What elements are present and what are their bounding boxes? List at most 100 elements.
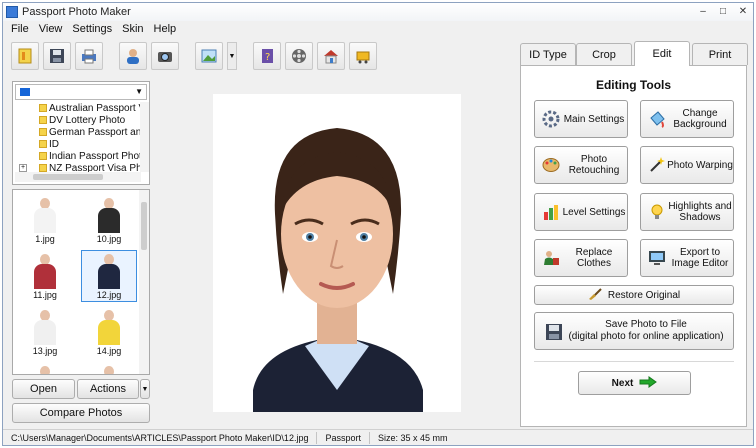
cart-icon xyxy=(356,51,370,64)
window-controls: – □ ✕ xyxy=(697,5,749,17)
actions-button[interactable]: Actions xyxy=(77,379,139,399)
save-photo-button[interactable]: Save Photo to File (digital photo for on… xyxy=(534,312,734,350)
menu-help[interactable]: Help xyxy=(154,23,177,39)
tool-label: Change Background xyxy=(673,108,727,130)
menu-view[interactable]: View xyxy=(39,23,63,39)
cart-button[interactable] xyxy=(349,42,377,70)
save-button[interactable] xyxy=(43,42,71,70)
open-button[interactable]: Open xyxy=(12,379,75,399)
thumbnail-item[interactable] xyxy=(17,362,73,374)
thumbnail-item[interactable] xyxy=(81,362,137,374)
tree-item[interactable]: Indian Passport Phot xyxy=(15,150,141,162)
tab-id-type[interactable]: ID Type xyxy=(520,43,576,65)
menu-settings[interactable]: Settings xyxy=(72,23,112,39)
thumbnail-item[interactable]: 1.jpg xyxy=(17,194,73,246)
tree-item[interactable]: + NZ Passport Visa Pho xyxy=(15,162,141,172)
menu-file[interactable]: File xyxy=(11,23,29,39)
thumbnail-image xyxy=(84,307,134,345)
scroll-thumb[interactable] xyxy=(141,202,147,250)
panel-title: Editing Tools xyxy=(595,78,672,92)
tab-crop[interactable]: Crop xyxy=(576,43,632,65)
tab-print[interactable]: Print xyxy=(692,43,748,65)
tree-item-label: NZ Passport Visa Pho xyxy=(49,162,141,173)
thumbnail-item[interactable]: 11.jpg xyxy=(17,250,73,302)
close-icon[interactable]: ✕ xyxy=(737,5,749,17)
status-size: Size: 35 x 45 mm xyxy=(378,432,448,443)
next-label: Next xyxy=(611,377,634,389)
minimize-icon[interactable]: – xyxy=(697,5,709,17)
compare-photos-button[interactable]: Compare Photos xyxy=(12,403,150,423)
home-icon xyxy=(324,50,338,64)
tree-item[interactable]: Australian Passport V xyxy=(15,102,141,114)
menu-skin[interactable]: Skin xyxy=(122,23,143,39)
monitor-export-icon xyxy=(647,248,667,268)
change-background-button[interactable]: Change Background xyxy=(640,100,734,138)
thumbnail-body xyxy=(34,208,56,233)
tool-label: Level Settings xyxy=(562,206,626,218)
highlights-shadows-button[interactable]: Highlights and Shadows xyxy=(640,193,734,231)
photo-retouching-button[interactable]: Photo Retouching xyxy=(534,146,628,184)
title-bar: Passport Photo Maker – □ ✕ xyxy=(3,3,753,21)
actions-dropdown[interactable]: ▼ xyxy=(140,379,150,399)
image-dropdown[interactable]: ▼ xyxy=(227,42,237,70)
thumbnail-image xyxy=(20,363,70,374)
new-button[interactable] xyxy=(11,42,39,70)
tab-edit[interactable]: Edit xyxy=(634,41,690,66)
arrow-right-icon xyxy=(639,375,658,391)
gear-icon xyxy=(541,109,561,129)
photo-warping-button[interactable]: Photo Warping xyxy=(640,146,734,184)
thumbnail-body xyxy=(34,264,56,289)
tree-item[interactable]: German Passport an xyxy=(15,126,141,138)
thumbnail-head xyxy=(40,366,50,374)
tool-label: Highlights and Shadows xyxy=(668,201,732,223)
clothes-icon xyxy=(541,248,561,268)
export-image-editor-button[interactable]: Export to Image Editor xyxy=(640,239,734,277)
thumbnail-item[interactable]: 14.jpg xyxy=(81,306,137,358)
thumbnail-scrollbar[interactable] xyxy=(139,190,149,374)
user-card-button[interactable] xyxy=(119,42,147,70)
save-sublabel: (digital photo for online application) xyxy=(568,331,724,342)
thumbnail-item[interactable]: 13.jpg xyxy=(17,306,73,358)
next-button[interactable]: Next xyxy=(578,371,691,395)
main-settings-button[interactable]: Main Settings xyxy=(534,100,628,138)
toolbar: ▼ ? xyxy=(11,41,377,71)
thumbnail-item[interactable]: 10.jpg xyxy=(81,194,137,246)
brush-icon xyxy=(588,287,602,303)
folder-icon xyxy=(39,164,47,172)
photo-preview[interactable] xyxy=(213,94,461,412)
print-button[interactable] xyxy=(75,42,103,70)
camera-button[interactable] xyxy=(151,42,179,70)
scroll-thumb[interactable] xyxy=(33,174,103,180)
replace-clothes-button[interactable]: Replace Clothes xyxy=(534,239,628,277)
thumbnail-caption: 12.jpg xyxy=(96,290,122,300)
folder-icon xyxy=(39,104,47,112)
user-card-icon xyxy=(127,49,139,64)
print-icon xyxy=(82,49,96,64)
tree-item-label: German Passport an xyxy=(49,126,141,138)
maximize-icon[interactable]: □ xyxy=(717,5,729,17)
tree-list: Australian Passport V DV Lottery Photo G… xyxy=(15,102,141,172)
thumbnail-caption: 14.jpg xyxy=(96,346,122,356)
expand-icon[interactable]: + xyxy=(19,164,27,172)
thumbnail-head xyxy=(104,366,114,374)
thumbnail-item[interactable]: 12.jpg xyxy=(81,250,137,302)
tree-item[interactable]: ID xyxy=(15,138,141,150)
country-select[interactable]: ▼ xyxy=(15,84,147,100)
thumbnail-image xyxy=(84,195,134,233)
divider xyxy=(534,361,734,362)
tree-horizontal-scrollbar[interactable] xyxy=(15,172,141,182)
restore-original-button[interactable]: Restore Original xyxy=(534,285,734,305)
tree-item-label: ID xyxy=(49,138,59,150)
film-button[interactable] xyxy=(285,42,313,70)
film-reel-icon xyxy=(292,49,306,63)
thumbnail-image xyxy=(84,363,134,374)
tree-scrollbar[interactable] xyxy=(140,102,149,172)
window-title: Passport Photo Maker xyxy=(22,6,131,18)
thumbnail-image xyxy=(20,307,70,345)
chevron-down-icon: ▼ xyxy=(135,87,143,96)
home-button[interactable] xyxy=(317,42,345,70)
help-button[interactable]: ? xyxy=(253,42,281,70)
image-button[interactable] xyxy=(195,42,223,70)
tree-item[interactable]: DV Lottery Photo xyxy=(15,114,141,126)
level-settings-button[interactable]: Level Settings xyxy=(534,193,628,231)
